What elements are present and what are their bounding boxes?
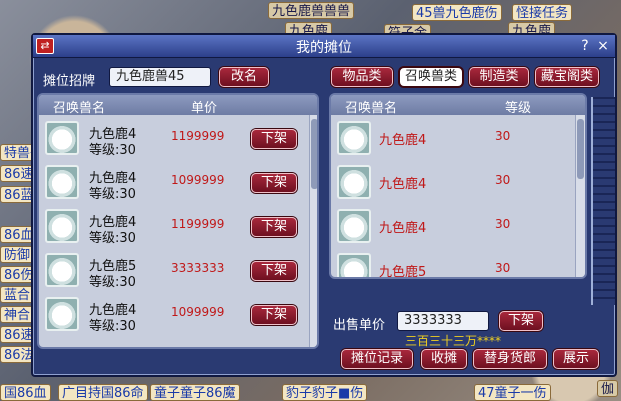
pet-name: 九色鹿5 <box>379 265 427 279</box>
pet-name: 九色鹿4 <box>379 221 427 236</box>
pet-level: 30 <box>495 173 511 187</box>
player-name-tag: 47童子一伤 <box>474 384 551 401</box>
pet-level: 等级:30 <box>89 319 136 334</box>
title-bar[interactable]: ⇄ 我的摊位 ? × <box>33 35 615 58</box>
pet-price: 1199999 <box>171 129 225 143</box>
listed-pets-header: 召唤兽名 单价 <box>39 95 317 116</box>
player-name-tag: 神合 <box>0 306 35 323</box>
player-name-tag: 怪接任务 <box>512 4 573 21</box>
pet-level: 30 <box>495 261 511 275</box>
list-item[interactable]: 九色鹿5 等级:30 3333333 下架 <box>45 253 307 293</box>
player-name-tag: 九色鹿兽兽兽 <box>268 2 355 19</box>
pet-level: 30 <box>495 129 511 143</box>
col-price-header: 单价 <box>191 101 218 116</box>
decorative-border <box>591 97 615 305</box>
pet-price: 3333333 <box>171 261 225 275</box>
scroll-thumb[interactable] <box>577 119 584 179</box>
list-item[interactable]: 九色鹿4 等级:30 1199999 下架 <box>45 121 307 161</box>
col-name-header: 召唤兽名 <box>53 101 106 116</box>
delist-button[interactable]: 下架 <box>251 217 297 237</box>
pet-name: 九色鹿4 <box>379 177 427 192</box>
player-name-tag: 蓝合 <box>0 286 35 303</box>
showcase-button[interactable]: 展示 <box>553 349 599 369</box>
price-in-words: 三百三十三万**** <box>405 334 502 348</box>
owned-pets-header: 召唤兽名 等级 <box>331 95 585 116</box>
tab-treasure[interactable]: 藏宝阁类 <box>535 67 599 87</box>
pet-level: 等级:30 <box>89 187 136 202</box>
pet-avatar <box>45 297 79 331</box>
col-level-header: 等级 <box>505 101 532 116</box>
owned-pets-panel: 召唤兽名 等级 九色鹿4 30 九色鹿4 30 九色鹿4 30 九色鹿5 30 <box>329 93 587 279</box>
list-item[interactable]: 九色鹿4 30 <box>337 165 569 205</box>
sell-price-label: 出售单价 <box>333 318 386 333</box>
scroll-thumb[interactable] <box>311 119 317 189</box>
pet-level: 等级:30 <box>89 275 136 290</box>
list-item[interactable]: 九色鹿4 等级:30 1099999 下架 <box>45 165 307 205</box>
close-button[interactable]: × <box>595 38 611 54</box>
col-name-header: 召唤兽名 <box>345 101 398 116</box>
listed-pets-scrollbar[interactable] <box>309 115 317 347</box>
player-name-tag: 童子童子86魔 <box>150 384 240 401</box>
tab-crafting[interactable]: 制造类 <box>469 67 529 87</box>
delist-button[interactable]: 下架 <box>251 261 297 281</box>
delist-button[interactable]: 下架 <box>251 305 297 325</box>
pet-avatar <box>45 253 79 287</box>
stall-sign-label: 摊位招牌 <box>43 74 96 89</box>
tab-items[interactable]: 物品类 <box>331 67 393 87</box>
player-name-tag: 广目持国86命 <box>58 384 148 401</box>
pet-level: 等级:30 <box>89 143 136 158</box>
pet-avatar <box>337 253 371 277</box>
list-item[interactable]: 九色鹿4 等级:30 1199999 下架 <box>45 209 307 249</box>
list-item[interactable]: 九色鹿5 30 <box>337 253 569 279</box>
pet-name: 九色鹿4 <box>379 133 427 148</box>
pet-avatar <box>337 165 371 199</box>
pet-price: 1199999 <box>171 217 225 231</box>
window-title: 我的摊位 <box>296 40 352 56</box>
list-item[interactable]: 九色鹿4 30 <box>337 121 569 161</box>
help-button[interactable]: ? <box>577 38 593 54</box>
stall-records-button[interactable]: 摊位记录 <box>341 349 413 369</box>
pet-avatar <box>337 209 371 243</box>
stall-sign-input[interactable]: 九色鹿兽45 <box>109 67 211 87</box>
pet-avatar <box>45 209 79 243</box>
pet-avatar <box>45 121 79 155</box>
player-name-tag: 国86血 <box>0 384 51 401</box>
list-item[interactable]: 九色鹿4 等级:30 1099999 下架 <box>45 297 307 337</box>
list-item[interactable]: 九色鹿4 30 <box>337 209 569 249</box>
list-pet-button[interactable]: 下架 <box>499 311 543 331</box>
delist-button[interactable]: 下架 <box>251 173 297 193</box>
sell-price-input[interactable]: 3333333 <box>397 311 489 331</box>
pet-level: 等级:30 <box>89 231 136 246</box>
proxy-vendor-button[interactable]: 替身货郎 <box>473 349 547 369</box>
pet-price: 1099999 <box>171 305 225 319</box>
pet-level: 30 <box>495 217 511 231</box>
player-name-tag: 豹子豹子■伤 <box>282 384 368 401</box>
pet-price: 1099999 <box>171 173 225 187</box>
rename-button[interactable]: 改名 <box>219 67 269 87</box>
tab-summons[interactable]: 召唤兽类 <box>399 67 463 87</box>
close-stall-button[interactable]: 收摊 <box>421 349 467 369</box>
player-name-tag: 45兽九色鹿伤 <box>412 4 502 21</box>
player-name-tag: 防御 <box>0 246 35 263</box>
owned-pets-scrollbar[interactable] <box>575 115 585 277</box>
delist-button[interactable]: 下架 <box>251 129 297 149</box>
pet-avatar <box>45 165 79 199</box>
stall-window: ⇄ 我的摊位 ? × 摊位招牌 九色鹿兽45 改名 物品类 召唤兽类 制造类 藏… <box>31 33 617 377</box>
pet-avatar <box>337 121 371 155</box>
player-name-tag: 伽 <box>597 380 619 397</box>
listed-pets-panel: 召唤兽名 单价 九色鹿4 等级:30 1199999 下架 九色鹿4 等级:30… <box>37 93 319 349</box>
